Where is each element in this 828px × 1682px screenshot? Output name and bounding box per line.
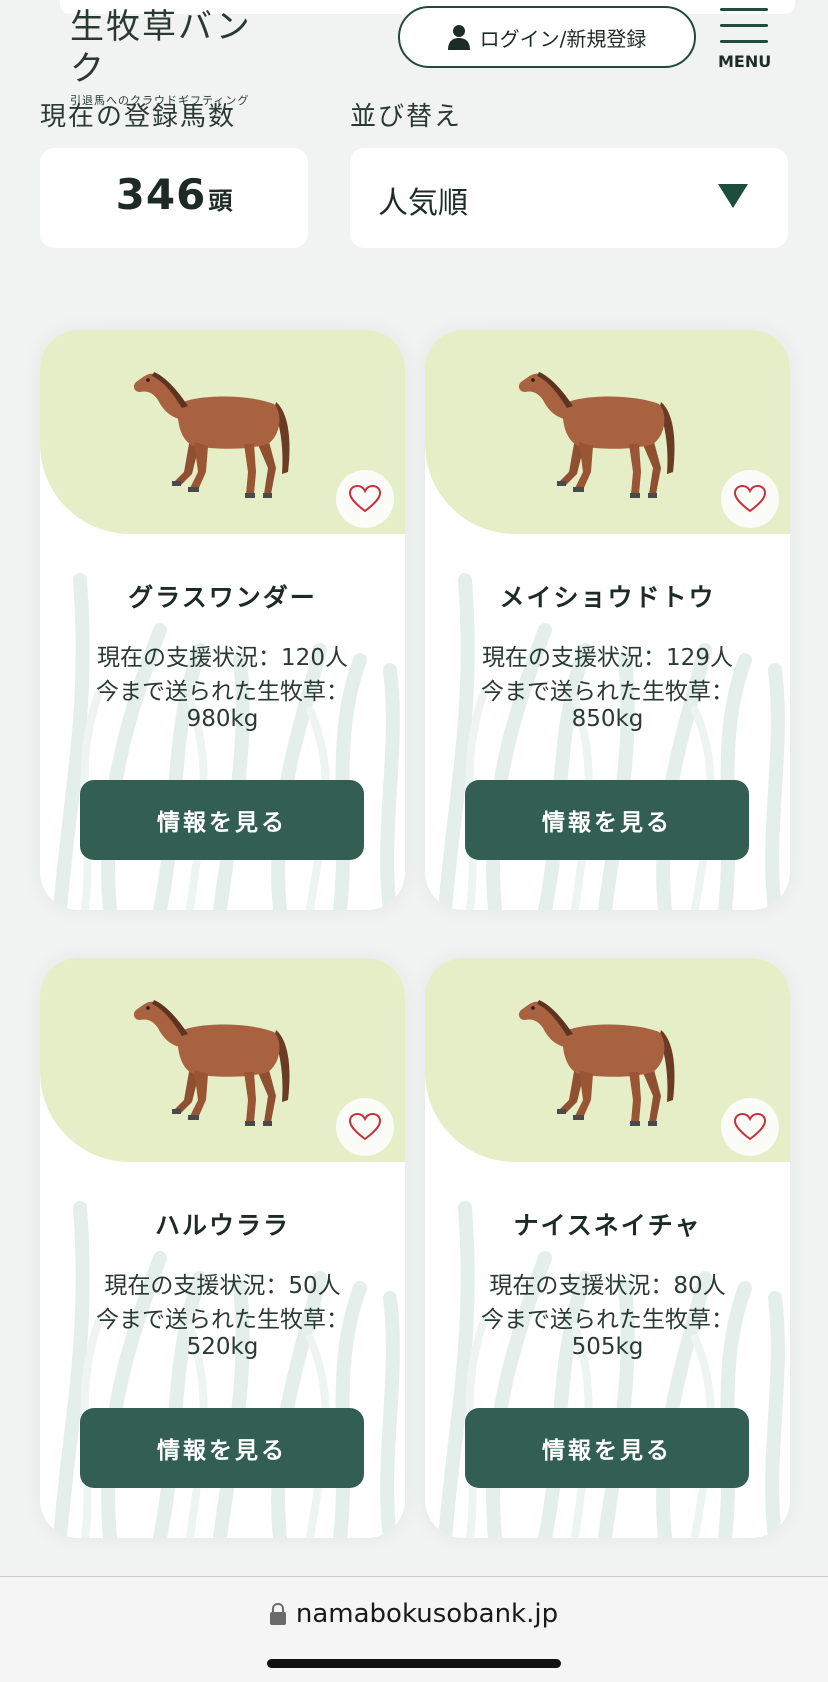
login-register-button[interactable]: ログイン/新規登録 (398, 6, 696, 68)
horse-count-label: 現在の登録馬数 (40, 102, 237, 132)
lock-icon (269, 1603, 286, 1625)
menu-icon (720, 8, 768, 11)
dropdown-arrow-icon (718, 184, 748, 208)
view-info-button[interactable]: 情報を見る (465, 780, 749, 860)
logo-title: 生牧草バンク (70, 7, 252, 89)
horse-name: グラスワンダー (128, 583, 317, 612)
user-icon (447, 25, 470, 50)
support-status: 現在の支援状況：129人 (482, 645, 733, 671)
horse-name: ナイスネイチャ (513, 1211, 702, 1240)
grass-sent-label: 今まで送られた生牧草： (481, 679, 734, 705)
horse-count-box: 346 頭 (40, 148, 308, 248)
grass-sent-label: 今まで送られた生牧草： (96, 679, 349, 705)
favorite-button[interactable] (721, 1098, 779, 1156)
horse-card: ナイスネイチャ 現在の支援状況：80人 今まで送られた生牧草： 505kg 情報… (425, 958, 790, 1538)
grass-sent-value: 980kg (186, 706, 259, 732)
favorite-button[interactable] (336, 1098, 394, 1156)
horse-card: メイショウドトウ 現在の支援状況：129人 今まで送られた生牧草： 850kg … (425, 330, 790, 910)
home-indicator[interactable] (267, 1659, 561, 1668)
sort-selected-value: 人気順 (378, 186, 468, 221)
url-text: namabokusobank.jp (295, 1599, 559, 1629)
heart-icon (734, 1113, 766, 1141)
horse-card: グラスワンダー 現在の支援状況：120人 今まで送られた生牧草： 980kg 情… (40, 330, 405, 910)
view-info-button[interactable]: 情報を見る (465, 1408, 749, 1488)
view-info-label: 情報を見る (157, 810, 287, 836)
menu-label: MENU (718, 52, 772, 71)
view-info-label: 情報を見る (157, 1438, 287, 1464)
horse-icon (128, 360, 308, 500)
url-display: namabokusobank.jp (0, 1599, 828, 1629)
horse-card: ハルウララ 現在の支援状況：50人 今まで送られた生牧草： 520kg 情報を見… (40, 958, 405, 1538)
horse-name: ハルウララ (154, 1211, 290, 1240)
horse-count-value: 346 (115, 170, 207, 219)
view-info-button[interactable]: 情報を見る (80, 1408, 364, 1488)
grass-sent-label: 今まで送られた生牧草： (96, 1307, 349, 1333)
grass-sent-label: 今まで送られた生牧草： (481, 1307, 734, 1333)
grass-sent-value: 520kg (186, 1334, 259, 1360)
horse-icon (128, 988, 308, 1128)
login-register-label: ログイン/新規登録 (479, 26, 647, 51)
heart-icon (349, 1113, 381, 1141)
sort-label: 並び替え (350, 102, 463, 132)
support-status: 現在の支援状況：50人 (104, 1273, 341, 1299)
heart-icon (349, 485, 381, 513)
horse-icon (513, 988, 693, 1128)
horse-count-unit: 頭 (208, 187, 233, 215)
favorite-button[interactable] (721, 470, 779, 528)
view-info-label: 情報を見る (542, 810, 672, 836)
support-status: 現在の支援状況：120人 (97, 645, 348, 671)
view-info-button[interactable]: 情報を見る (80, 780, 364, 860)
site-logo[interactable]: 生牧草バンク 引退馬へのクラウドギフティング (70, 6, 280, 108)
horse-icon (513, 360, 693, 500)
view-info-label: 情報を見る (542, 1438, 672, 1464)
menu-button[interactable]: MENU (718, 6, 772, 74)
site-header: 生牧草バンク 引退馬へのクラウドギフティング ログイン/新規登録 MENU (0, 0, 828, 107)
grass-sent-value: 505kg (571, 1334, 644, 1360)
support-status: 現在の支援状況：80人 (489, 1273, 726, 1299)
grass-sent-value: 850kg (571, 706, 644, 732)
horse-name: メイショウドトウ (499, 583, 716, 612)
favorite-button[interactable] (336, 470, 394, 528)
heart-icon (734, 485, 766, 513)
